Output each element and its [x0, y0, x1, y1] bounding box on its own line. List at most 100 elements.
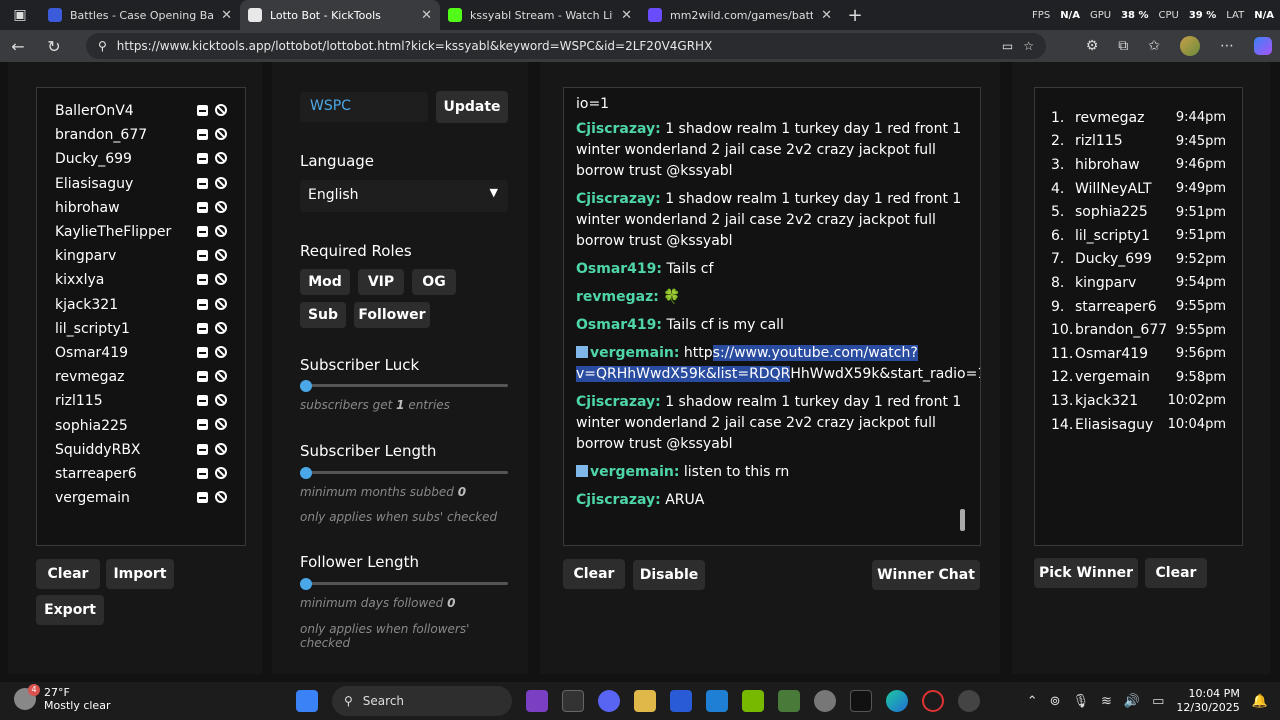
sub-luck-slider-thumb[interactable]	[300, 380, 312, 392]
export-button[interactable]: Export	[36, 595, 104, 625]
role-sub[interactable]: Sub	[300, 302, 346, 328]
new-tab-button[interactable]: +	[840, 5, 870, 26]
disable-button[interactable]: Disable	[633, 560, 705, 590]
nvidia-icon[interactable]	[742, 690, 764, 712]
extensions-icon[interactable]: ⚙	[1086, 38, 1099, 54]
screenshot-icon[interactable]: ▭	[1002, 39, 1013, 53]
remove-entry-icon[interactable]	[197, 346, 208, 358]
chat-username[interactable]: Cjiscrazay:	[576, 394, 661, 410]
ban-user-icon[interactable]	[215, 491, 227, 503]
remove-entry-icon[interactable]	[197, 443, 208, 455]
tab-actions-icon[interactable]: ▣	[0, 0, 40, 30]
role-og[interactable]: OG	[412, 269, 456, 295]
ban-user-icon[interactable]	[215, 442, 227, 455]
remove-entry-icon[interactable]	[197, 395, 208, 407]
app-icon-1[interactable]	[526, 690, 548, 712]
ban-user-icon[interactable]	[215, 176, 227, 189]
tab-close-icon[interactable]: ✕	[621, 8, 632, 23]
copilot-icon[interactable]	[1254, 37, 1272, 55]
chat-username[interactable]: vergemain:	[590, 464, 679, 480]
visual-studio-icon[interactable]	[670, 690, 692, 712]
address-bar[interactable]: ⚲ https://www.kicktools.app/lottobot/lot…	[86, 33, 1046, 59]
remove-entry-icon[interactable]	[197, 298, 208, 310]
reload-icon[interactable]: ↻	[36, 30, 72, 62]
site-info-icon[interactable]: ⚲	[98, 39, 107, 53]
browser-tab[interactable]: kssyabl Stream - Watch Live on Ki ✕	[440, 0, 640, 30]
remove-entry-icon[interactable]	[197, 153, 208, 165]
remove-entry-icon[interactable]	[197, 250, 208, 262]
tiktok-icon[interactable]	[850, 690, 872, 712]
wifi-icon[interactable]: ≋	[1101, 694, 1112, 709]
chat-username[interactable]: Cjiscrazay:	[576, 121, 661, 137]
pick-winner-button[interactable]: Pick Winner	[1034, 558, 1138, 588]
chat-scrollbar[interactable]	[960, 509, 965, 531]
role-mod[interactable]: Mod	[300, 269, 350, 295]
sub-length-slider[interactable]	[300, 471, 508, 474]
ban-user-icon[interactable]	[215, 321, 227, 334]
tray-chevron-icon[interactable]: ⌃	[1027, 694, 1038, 709]
file-explorer-icon[interactable]	[634, 690, 656, 712]
remove-entry-icon[interactable]	[197, 492, 208, 503]
winner-chat-button[interactable]: Winner Chat	[872, 560, 980, 590]
battery-icon[interactable]: ▭	[1152, 694, 1164, 709]
chat-username[interactable]: Osmar419:	[576, 261, 662, 277]
favorites-icon[interactable]: ✩	[1148, 38, 1160, 54]
start-icon[interactable]	[296, 690, 318, 712]
chat-username[interactable]: Cjiscrazay:	[576, 191, 661, 207]
ban-user-icon[interactable]	[215, 418, 227, 431]
chat-username[interactable]: vergemain:	[590, 345, 679, 361]
winners-clear-button[interactable]: Clear	[1145, 558, 1207, 588]
remove-entry-icon[interactable]	[197, 177, 208, 189]
ban-user-icon[interactable]	[215, 273, 227, 286]
opera-icon[interactable]	[922, 690, 944, 712]
edge-icon[interactable]	[886, 690, 908, 712]
taskbar-search[interactable]: ⚲ Search	[332, 686, 512, 716]
microphone-icon[interactable]: 🎙	[1073, 694, 1090, 709]
ban-user-icon[interactable]	[215, 104, 227, 116]
ban-user-icon[interactable]	[215, 297, 227, 310]
epic-games-icon[interactable]	[562, 690, 584, 712]
ban-user-icon[interactable]	[215, 466, 227, 479]
role-follower[interactable]: Follower	[354, 302, 430, 328]
ban-user-icon[interactable]	[215, 152, 227, 165]
ban-user-icon[interactable]	[215, 370, 227, 383]
settings-icon[interactable]	[814, 690, 836, 712]
remove-entry-icon[interactable]	[197, 274, 208, 286]
ban-user-icon[interactable]	[215, 200, 227, 213]
store-icon[interactable]	[706, 690, 728, 712]
chat-username[interactable]: revmegaz:	[576, 289, 659, 305]
more-menu-icon[interactable]: ⋯	[1220, 38, 1234, 54]
weather-widget[interactable]: 4 27°F Mostly clear	[14, 684, 110, 712]
discord-icon[interactable]	[598, 690, 620, 712]
favorite-star-icon[interactable]: ☆	[1023, 39, 1034, 53]
browser-tab[interactable]: mm2wild.com/games/battles/21 ✕	[640, 0, 840, 30]
tray-app-icon[interactable]: ⊚	[1050, 694, 1061, 709]
browser-tab[interactable]: Battles - Case Opening Battles ✕	[40, 0, 240, 30]
role-vip[interactable]: VIP	[358, 269, 404, 295]
sub-luck-slider[interactable]	[300, 384, 508, 387]
remove-entry-icon[interactable]	[197, 225, 208, 237]
entries-list[interactable]: BallerOnV4 brandon_677 Ducky_699 Eliasisagu…	[36, 87, 246, 546]
minecraft-icon[interactable]	[778, 690, 800, 712]
chat-username[interactable]: Cjiscrazay:	[576, 492, 661, 508]
language-select[interactable]: English ▼	[300, 180, 508, 212]
chat-log[interactable]: io=1 Cjiscrazay: 1 shadow realm 1 turkey…	[563, 87, 981, 546]
remove-entry-icon[interactable]	[197, 371, 208, 383]
remove-entry-icon[interactable]	[197, 419, 208, 431]
ban-user-icon[interactable]	[215, 394, 227, 407]
chat-clear-button[interactable]: Clear	[563, 559, 625, 589]
volume-icon[interactable]: 🔊	[1124, 694, 1140, 709]
sub-length-slider-thumb[interactable]	[300, 467, 312, 479]
profile-avatar[interactable]	[1180, 36, 1200, 56]
import-button[interactable]: Import	[106, 559, 174, 589]
tab-close-icon[interactable]: ✕	[821, 8, 832, 23]
back-icon[interactable]: ←	[0, 30, 36, 62]
follower-length-slider[interactable]	[300, 582, 508, 585]
ban-user-icon[interactable]	[215, 345, 227, 358]
split-screen-icon[interactable]: ⧉	[1118, 38, 1128, 54]
chat-username[interactable]: Osmar419:	[576, 317, 662, 333]
keyword-input[interactable]: WSPC	[300, 92, 428, 122]
follower-length-slider-thumb[interactable]	[300, 578, 312, 590]
browser-tab[interactable]: Lotto Bot - KickTools ✕	[240, 0, 440, 30]
tab-close-icon[interactable]: ✕	[221, 8, 232, 23]
